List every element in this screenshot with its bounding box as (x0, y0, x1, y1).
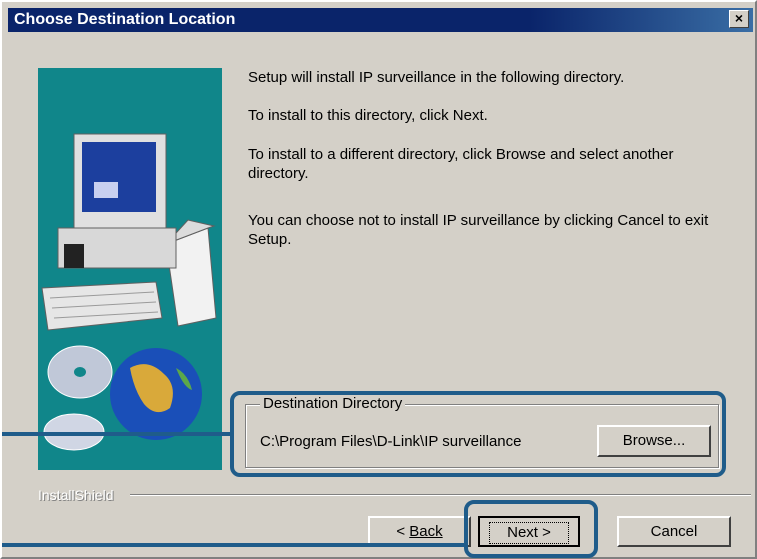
back-label-text: Back (409, 523, 443, 540)
browse-instruction-text: To install to a different directory, cli… (248, 146, 674, 182)
back-button-label: < Back (396, 523, 443, 540)
next-callout-line (2, 543, 466, 547)
next-instruction-text: To install to this directory, click Next… (248, 107, 488, 124)
installshield-brand: InstallShield (38, 487, 114, 503)
dialog-title: Choose Destination Location (14, 11, 236, 28)
destination-callout-line (2, 432, 232, 436)
intro-text: Setup will install IP surveillance in th… (248, 69, 625, 86)
computer-and-disc-icon (41, 133, 217, 451)
close-icon: × (734, 10, 744, 26)
cancel-button-label: Cancel (650, 523, 698, 540)
destination-highlight-callout (230, 391, 726, 477)
cancel-instruction-text: You can choose not to install IP surveil… (248, 212, 709, 248)
next-highlight-callout (464, 500, 598, 558)
setup-dialog: Choose Destination Location × Setup will… (0, 0, 757, 559)
title-bar[interactable]: Choose Destination Location × (8, 8, 753, 32)
close-button[interactable]: × (729, 10, 749, 28)
cancel-button[interactable]: Cancel (617, 516, 731, 547)
footer-divider (130, 494, 751, 496)
installer-illustration (38, 68, 222, 470)
